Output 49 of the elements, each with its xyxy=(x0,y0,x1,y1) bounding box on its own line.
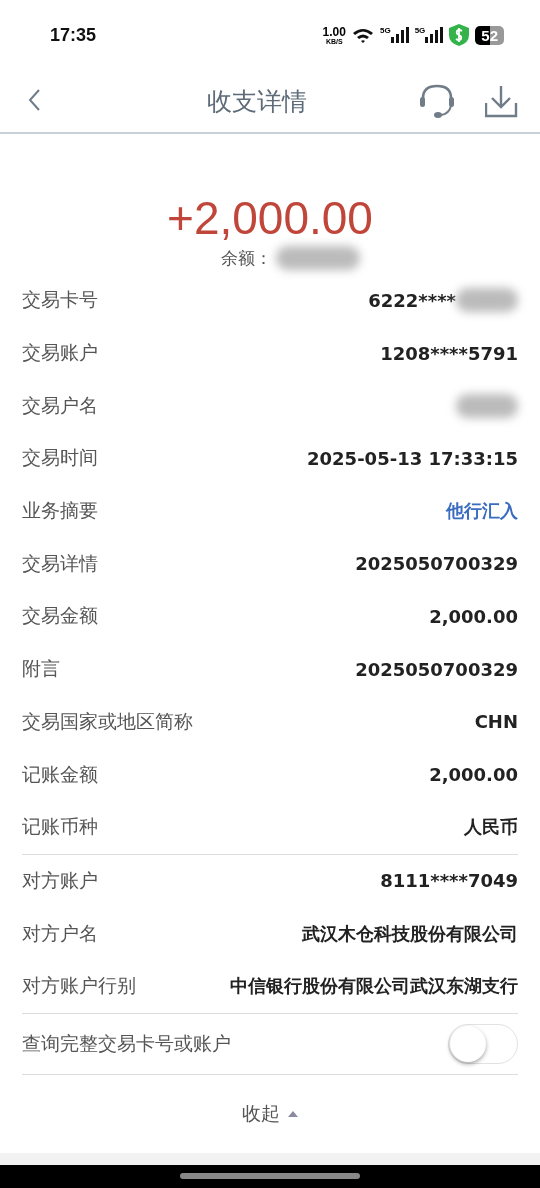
page-title: 收支详情 xyxy=(205,85,308,118)
field-label: 交易户名 xyxy=(22,392,98,418)
field-label: 交易卡号 xyxy=(22,287,98,313)
support-button[interactable] xyxy=(419,83,455,119)
headset-icon xyxy=(419,83,455,119)
field-value: 8111****7049 xyxy=(380,870,518,892)
field-value: 2,000.00 xyxy=(429,605,518,627)
field-label: 对方账户行别 xyxy=(22,973,136,999)
field-label: 记账金额 xyxy=(22,761,98,787)
network-type-label: 5G xyxy=(379,27,391,35)
back-button[interactable] xyxy=(28,89,42,113)
caret-up-icon xyxy=(288,1109,298,1118)
field-value: 1208****5791 xyxy=(380,342,518,364)
transaction-type-link[interactable]: 他行汇入 xyxy=(446,499,518,524)
battery-icon: 52 xyxy=(475,25,504,45)
field-label: 业务摘要 xyxy=(22,498,98,524)
signal-icon xyxy=(425,27,444,43)
balance-label: 余额： xyxy=(220,246,272,270)
toggle-switch[interactable] xyxy=(448,1023,518,1064)
field-label: 交易时间 xyxy=(22,445,98,471)
field-value: 6222**** xyxy=(368,289,456,311)
wifi-icon xyxy=(351,26,374,44)
field-value: CHN xyxy=(474,711,518,733)
field-value: 人民币 xyxy=(464,815,518,840)
download-icon xyxy=(485,84,518,118)
field-label: 对方账户 xyxy=(22,867,98,893)
collapse-button[interactable]: 收起 xyxy=(242,1100,298,1127)
signal-icon xyxy=(390,27,409,43)
field-value: 中信银行股份有限公司武汉东湖支行 xyxy=(230,974,518,999)
field-value: 2025-05-13 17:33:15 xyxy=(307,447,518,469)
field-label: 附言 xyxy=(22,656,60,682)
download-button[interactable] xyxy=(485,84,518,118)
field-label: 交易国家或地区简称 xyxy=(22,708,193,734)
field-label: 交易账户 xyxy=(22,340,98,366)
toggle-label: 查询完整交易卡号或账户 xyxy=(22,1030,231,1056)
field-value: 武汉木仓科技股份有限公司 xyxy=(302,921,518,946)
field-value: 2025050700329 xyxy=(355,658,518,680)
back-icon xyxy=(28,89,42,113)
clock-time: 17:35 xyxy=(50,24,97,46)
transaction-amount: +2,000.00 xyxy=(167,191,373,246)
field-label: 交易金额 xyxy=(22,603,98,629)
field-label: 交易详情 xyxy=(22,550,98,576)
shield-icon xyxy=(449,24,470,46)
home-indicator[interactable] xyxy=(180,1173,360,1180)
field-label: 记账币种 xyxy=(22,814,98,840)
network-type-label: 5G xyxy=(414,27,426,35)
field-value: 2025050700329 xyxy=(355,553,518,575)
field-value: 2,000.00 xyxy=(429,764,518,786)
field-label: 对方户名 xyxy=(22,920,98,946)
